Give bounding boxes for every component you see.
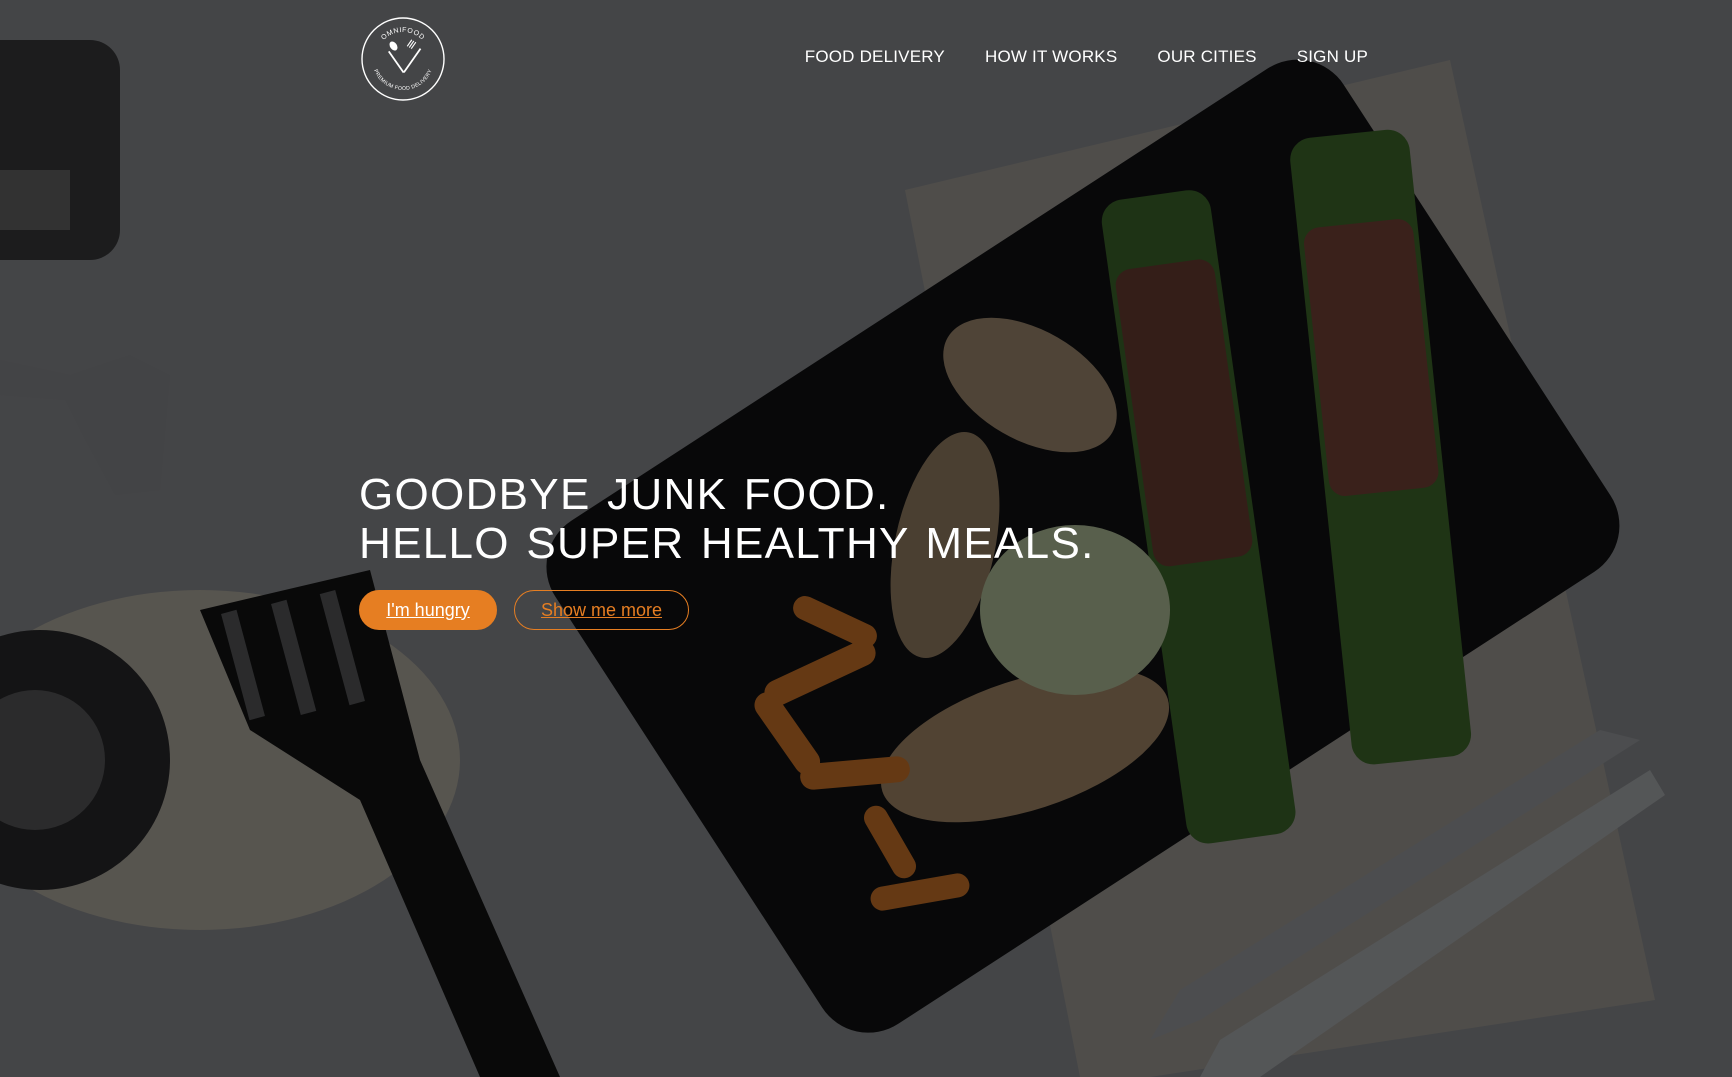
nav-item-how-it-works: HOW IT WORKS [985, 47, 1117, 69]
nav-item-food-delivery: FOOD DELIVERY [805, 47, 945, 69]
main-nav: FOOD DELIVERY HOW IT WORKS OUR CITIES SI… [805, 47, 1368, 69]
show-me-more-button[interactable]: Show me more [514, 590, 689, 630]
omnifood-logo[interactable]: OMNIFOOD PREMIUM FOOD DELIVERY [360, 16, 446, 102]
nav-item-sign-up: SIGN UP [1297, 47, 1368, 69]
svg-text:OMNIFOOD: OMNIFOOD [380, 27, 426, 42]
hero-section: OMNIFOOD PREMIUM FOOD DELIVERY FOOD DELI… [0, 0, 1732, 1077]
nav-link-food-delivery[interactable]: FOOD DELIVERY [805, 47, 945, 69]
spoon-fork-crossed-icon [388, 39, 422, 74]
nav-link-sign-up[interactable]: SIGN UP [1297, 47, 1368, 69]
headline-line-2: HELLO SUPER HEALTHY MEALS. [359, 519, 1095, 568]
nav-item-our-cities: OUR CITIES [1157, 47, 1256, 69]
nav-link-our-cities[interactable]: OUR CITIES [1157, 47, 1256, 69]
logo-brand-text: OMNIFOOD [380, 27, 425, 42]
headline-line-1: GOODBYE JUNK FOOD. [359, 470, 890, 519]
hero-headline: GOODBYE JUNK FOOD. HELLO SUPER HEALTHY M… [359, 470, 1095, 568]
nav-link-how-it-works[interactable]: HOW IT WORKS [985, 47, 1117, 69]
im-hungry-button[interactable]: I'm hungry [359, 590, 497, 630]
